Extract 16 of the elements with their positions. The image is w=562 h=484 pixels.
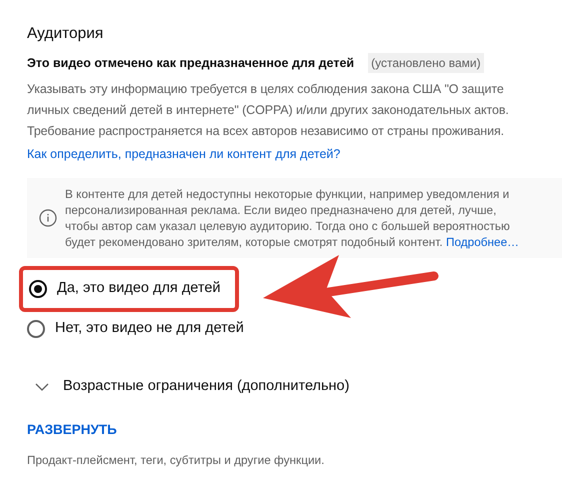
radio-button[interactable] xyxy=(29,280,47,298)
learn-more-link[interactable]: Подробнее… xyxy=(446,235,519,250)
help-link[interactable]: Как определить, предназначен ли контент для детей? xyxy=(27,144,340,164)
chevron-icon xyxy=(35,382,49,391)
section-title: Аудитория xyxy=(27,24,104,44)
status-tag: (установлено вами) xyxy=(368,53,484,74)
info-text: В контенте для детей недоступны некоторые функции, например уведомления и персонализированная реклама. Если видео предназначено для детей, лучше, чтобы автор сам указал целевую аудиторию. Тогда оно с большей вероятностью будет рекомендовано зрителям, которые смотрят подобный контент. Подробнее… xyxy=(65,186,520,250)
radio-button[interactable] xyxy=(27,320,45,338)
footer-text: Продакт-плейсмент, теги, субтитры и другие функции. xyxy=(27,452,326,469)
radio-option[interactable]: Да, это видео для детей xyxy=(19,266,239,312)
info-icon xyxy=(39,209,57,228)
status-label: Это видео отмечено как предназначенное для детей xyxy=(27,54,354,72)
age-restrictions-toggle[interactable]: Возрастные ограничения (дополнительно) xyxy=(27,376,350,398)
expand-button[interactable]: РАЗВЕРНУТЬ xyxy=(27,420,117,440)
radio-option[interactable]: Нет, это видео не для детей xyxy=(27,312,244,346)
description-text: Указывать эту информацию требуется в целях соблюдения закона США "О защите личных сведений детей в интернете" (COPPA) и/или других законодательных актов. Требование распространяется на всех авторов независимо от страны проживания. xyxy=(27,81,510,140)
